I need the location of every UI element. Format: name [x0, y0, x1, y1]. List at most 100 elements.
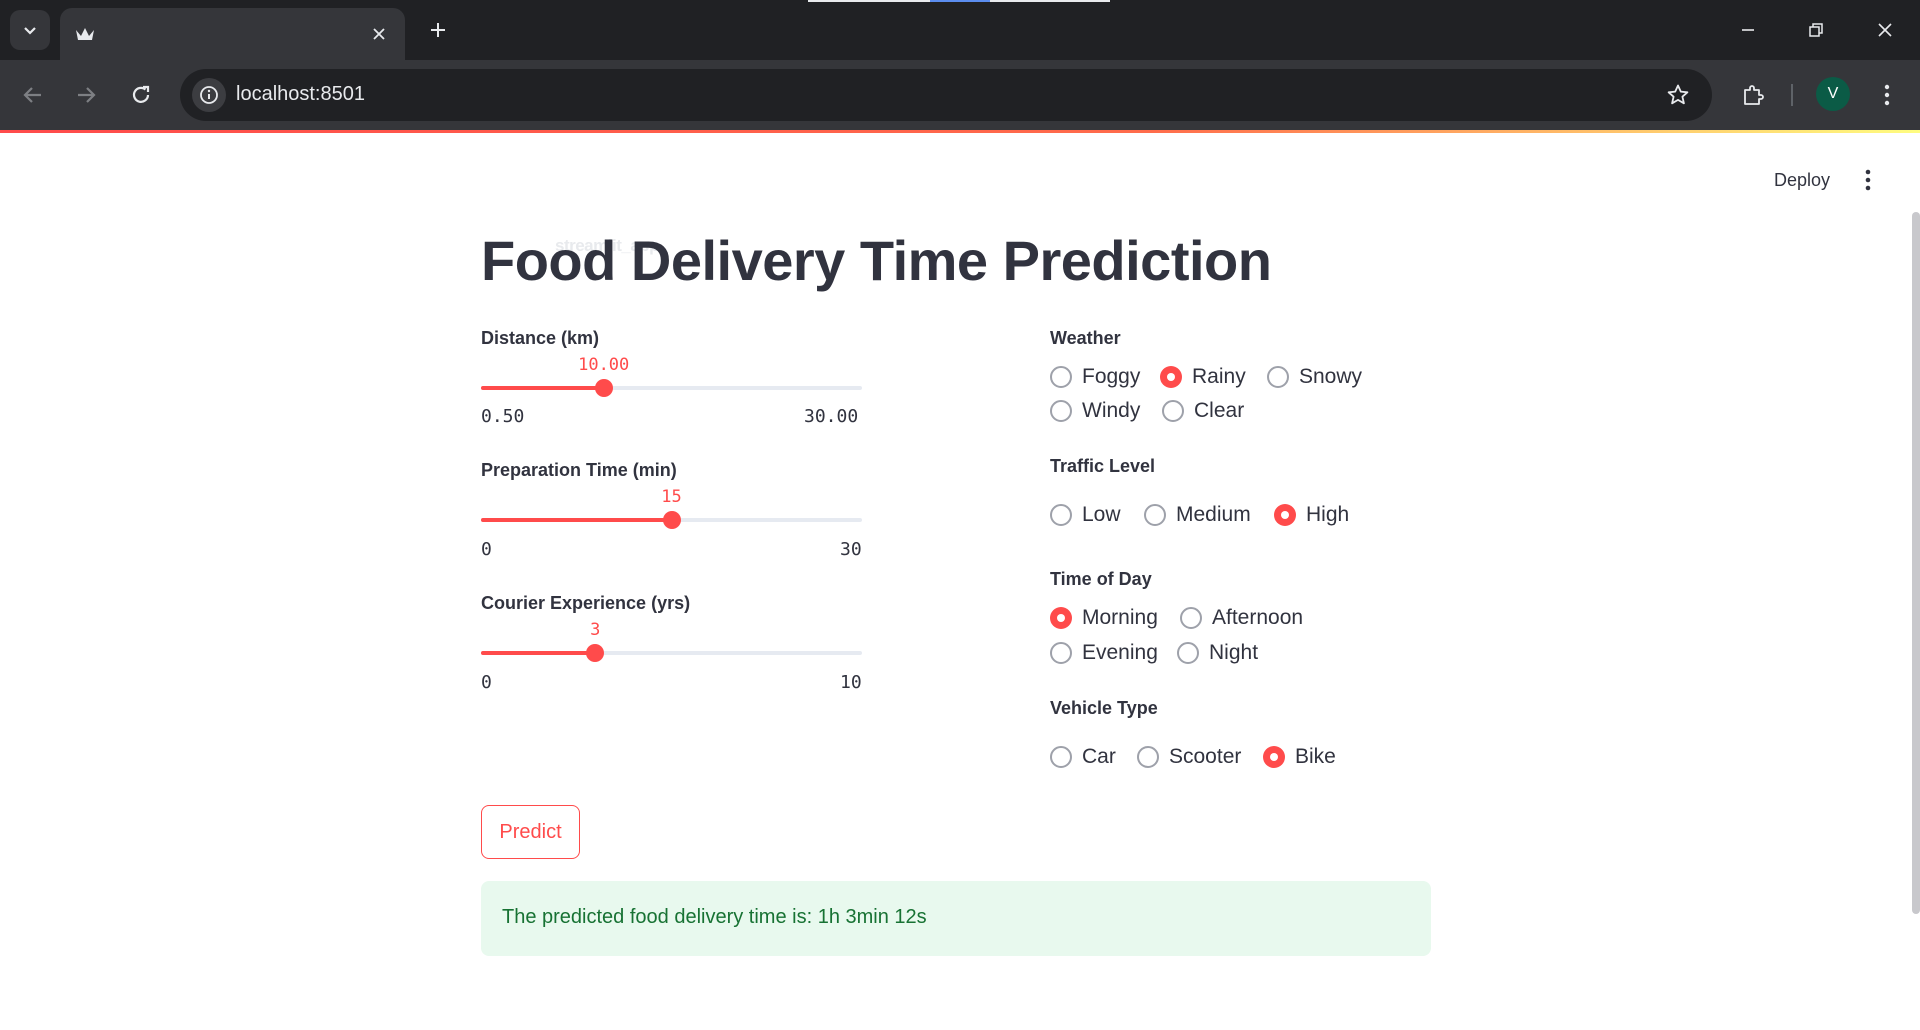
prediction-result-text: The predicted food delivery time is: 1h … [502, 906, 927, 928]
radio-label: Snowy [1299, 365, 1363, 388]
extensions-puzzle-icon[interactable] [1734, 76, 1772, 114]
radio-circle [1274, 504, 1296, 526]
weather-label: Weather [1050, 328, 1121, 348]
browser-toolbar: localhost:8501 [0, 60, 1920, 130]
distance-slider-value: 10.00 [578, 355, 630, 375]
minimize-icon[interactable] [1728, 12, 1768, 48]
radio-weather-clear[interactable]: Clear [1162, 399, 1244, 423]
radio-label: Afternoon [1212, 606, 1304, 629]
forward-arrow-icon[interactable] [67, 76, 105, 114]
window-drag-indicator [808, 0, 1110, 2]
radio-vehicle-bike[interactable]: Bike [1263, 745, 1336, 769]
distance-slider-fill [481, 386, 604, 390]
radio-label: Windy [1082, 399, 1141, 422]
radio-label: Low [1082, 503, 1121, 526]
restore-icon[interactable] [1796, 12, 1836, 48]
radio-label: Medium [1176, 503, 1251, 526]
radio-label: Night [1209, 641, 1259, 664]
prep-time-slider-fill [481, 518, 672, 522]
prep-time-slider-label: Preparation Time (min) [481, 460, 677, 480]
page-scrollbar[interactable] [1912, 212, 1920, 914]
radio-label: Car [1082, 745, 1116, 768]
vehicle-type-label: Vehicle Type [1050, 698, 1158, 718]
radio-vehicle-car[interactable]: Car [1050, 745, 1116, 769]
radio-circle [1050, 746, 1072, 768]
radio-circle [1263, 746, 1285, 768]
prep-time-slider-min: 0 [481, 539, 492, 560]
distance-slider[interactable] [481, 379, 862, 397]
bookmark-star-icon[interactable] [1664, 81, 1692, 109]
streamlit-decoration-bar [0, 130, 1920, 133]
radio-circle [1267, 366, 1289, 388]
time-of-day-label: Time of Day [1050, 569, 1152, 589]
radio-label: High [1306, 503, 1350, 526]
tab-search-button[interactable] [10, 10, 50, 50]
chevron-down-icon [24, 27, 36, 35]
profile-avatar[interactable]: V [1816, 77, 1850, 111]
radio-label: Scooter [1169, 745, 1242, 768]
experience-slider-thumb[interactable] [586, 644, 605, 662]
traffic-label: Traffic Level [1050, 456, 1156, 476]
distance-slider-max: 30.00 [804, 406, 859, 427]
new-tab-icon[interactable] [422, 14, 454, 46]
radio-circle [1050, 642, 1072, 664]
prep-time-slider-thumb[interactable] [662, 511, 681, 529]
site-info-icon[interactable] [192, 78, 226, 112]
radio-traffic-high[interactable]: High [1274, 503, 1349, 527]
radio-label: Bike [1295, 745, 1336, 768]
radio-label: Morning [1082, 606, 1158, 629]
address-bar[interactable]: localhost:8501 [180, 69, 1712, 121]
experience-slider-max: 10 [840, 672, 862, 693]
radio-weather-windy[interactable]: Windy [1050, 399, 1140, 423]
radio-label: Clear [1194, 399, 1245, 422]
experience-slider-value: 3 [590, 620, 601, 640]
prep-time-slider[interactable] [481, 511, 862, 529]
radio-label: Evening [1082, 641, 1158, 664]
experience-slider-fill [481, 651, 596, 655]
radio-weather-foggy[interactable]: Foggy [1050, 365, 1140, 389]
prediction-result-alert: The predicted food delivery time is: 1h … [481, 881, 1431, 956]
radio-vehicle-scooter[interactable]: Scooter [1137, 745, 1241, 769]
close-window-icon[interactable] [1865, 12, 1905, 48]
deploy-button[interactable]: Deploy [1762, 165, 1842, 195]
distance-slider-min: 0.50 [481, 406, 525, 427]
radio-time-night[interactable]: Night [1177, 641, 1258, 665]
browser-tab[interactable]: streamlit_app [60, 8, 660, 255]
streamlit-favicon-icon [74, 23, 96, 45]
radio-circle [1050, 504, 1072, 526]
radio-time-morning[interactable]: Morning [1050, 606, 1158, 630]
close-tab-icon[interactable] [367, 22, 391, 46]
distance-slider-label: Distance (km) [481, 328, 600, 348]
radio-weather-rainy[interactable]: Rainy [1160, 365, 1246, 389]
experience-slider[interactable] [481, 644, 862, 662]
radio-circle [1162, 400, 1184, 422]
reload-icon[interactable] [122, 76, 160, 114]
radio-circle [1137, 746, 1159, 768]
back-arrow-icon[interactable] [14, 76, 52, 114]
toolbar-divider [1791, 84, 1793, 106]
radio-label: Rainy [1192, 365, 1246, 388]
radio-circle [1050, 400, 1072, 422]
prep-time-slider-max: 30 [840, 539, 862, 560]
radio-circle [1050, 366, 1072, 388]
radio-weather-snowy[interactable]: Snowy [1267, 365, 1362, 389]
radio-circle [1144, 504, 1166, 526]
radio-circle [1050, 607, 1072, 629]
distance-slider-thumb[interactable] [594, 379, 613, 397]
radio-circle [1180, 607, 1202, 629]
radio-time-evening[interactable]: Evening [1050, 641, 1158, 665]
radio-time-afternoon[interactable]: Afternoon [1180, 606, 1303, 630]
radio-label: Foggy [1082, 365, 1141, 388]
radio-traffic-low[interactable]: Low [1050, 503, 1121, 527]
experience-slider-label: Courier Experience (yrs) [481, 593, 691, 613]
prep-time-slider-value: 15 [661, 487, 682, 507]
main-menu-icon[interactable] [1854, 165, 1882, 195]
url-text: localhost:8501 [236, 83, 365, 105]
browser-menu-icon[interactable] [1868, 76, 1906, 114]
browser-tab-bar: streamlit_app [0, 0, 1920, 255]
radio-circle [1177, 642, 1199, 664]
experience-slider-min: 0 [481, 672, 492, 693]
radio-traffic-medium[interactable]: Medium [1144, 503, 1251, 527]
predict-button[interactable]: Predict [481, 805, 580, 859]
page-title: Food Delivery Time Prediction [481, 229, 1272, 292]
